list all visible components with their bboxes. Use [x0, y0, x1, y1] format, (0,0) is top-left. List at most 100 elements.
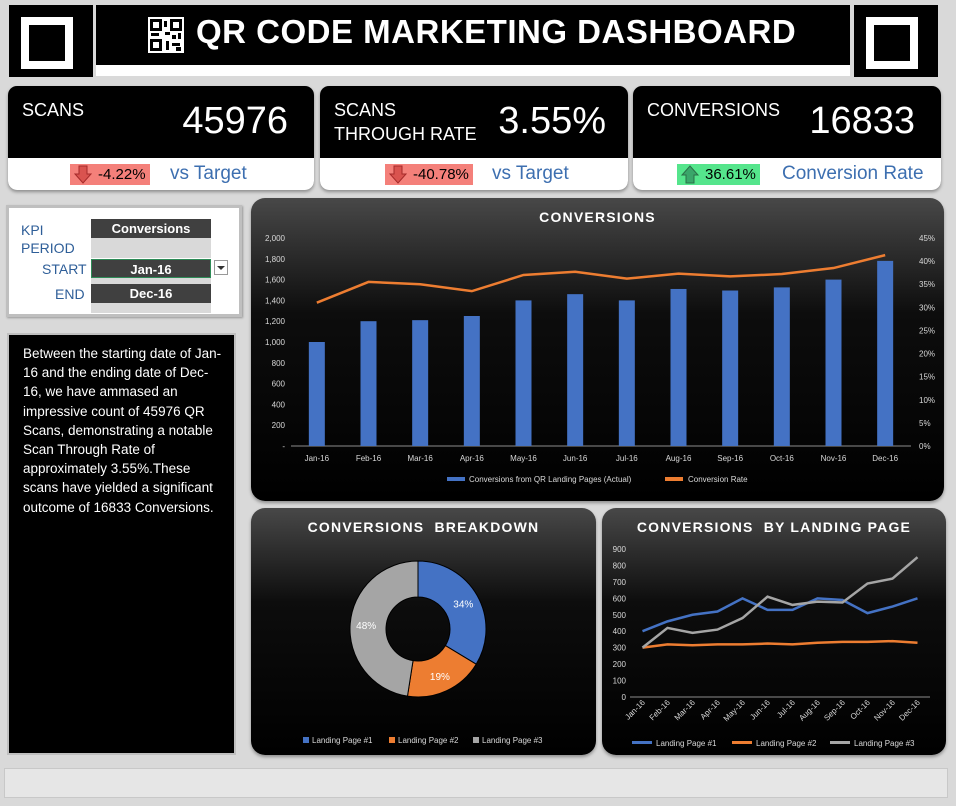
arrow-down-icon	[389, 165, 407, 184]
y-tick-label: 400	[613, 627, 627, 636]
delta-value: 36.61%	[705, 166, 756, 183]
pie-slice	[417, 560, 487, 665]
kpi-value: 45976	[182, 100, 288, 142]
compare-label: vs Target	[492, 163, 569, 184]
kpi-label: SCANS	[22, 100, 85, 120]
legend-swatch	[389, 737, 395, 743]
landing-page-chart-panel: CONVERSIONS BY LANDING PAGE 0 100 200 300 40…	[602, 508, 946, 755]
bar	[515, 300, 532, 446]
bar	[722, 290, 739, 446]
y-tick-label: 700	[613, 578, 627, 587]
y-tick-label: 300	[613, 644, 627, 653]
logo-right	[854, 5, 938, 77]
period-label: PERIOD	[21, 240, 75, 256]
y-tick-label: -	[282, 442, 285, 451]
y-tick-label: 900	[613, 545, 627, 554]
x-tick-label: Sep-16	[717, 454, 743, 463]
x-tick-label: Apr-16	[699, 698, 723, 722]
kpi-footer: -40.78% vs Target	[320, 158, 628, 190]
x-tick-label: Oct-16	[770, 454, 795, 463]
bar	[567, 294, 584, 446]
y-tick-label: 600	[272, 380, 286, 389]
dropdown-button[interactable]	[214, 260, 228, 275]
series-line	[642, 596, 918, 633]
x-tick-label: Sep-16	[822, 698, 847, 723]
kpi-label: CONVERSIONS	[647, 100, 781, 120]
legend-label: Conversion Rate	[688, 475, 748, 484]
breakdown-chart: 34% 19% 48% Landing Page #1 Landing Page #2 L…	[303, 560, 543, 745]
y2-tick-label: 0%	[919, 442, 931, 451]
y2-tick-label: 40%	[919, 257, 935, 266]
y-tick-label: 800	[272, 359, 286, 368]
conversions-chart: - 200 400 600 800 1,000 1,200 1,400 1,600 1,800 2,…	[265, 234, 935, 484]
legend-label: Landing Page #2	[756, 739, 817, 748]
y2-tick-label: 20%	[919, 350, 935, 359]
title-bar: QR CODE MARKETING DASHBOARD	[96, 5, 850, 68]
x-tick-label: Jun-16	[748, 698, 772, 722]
legend-swatch	[732, 741, 752, 744]
bar	[877, 260, 894, 446]
y-tick-label: 600	[613, 594, 627, 603]
qr-code-icon	[148, 17, 184, 53]
grey-spacer	[91, 238, 211, 258]
y2-tick-label: 10%	[919, 396, 935, 405]
legend-swatch	[447, 477, 465, 481]
bar	[463, 316, 480, 446]
x-tick-label: Aug-16	[797, 698, 822, 723]
y2-tick-label: 30%	[919, 303, 935, 312]
y2-tick-label: 15%	[919, 373, 935, 382]
kpi-value: 16833	[809, 100, 915, 142]
arrow-up-icon	[681, 165, 699, 184]
bottom-bar	[4, 768, 948, 798]
x-tick-label: Apr-16	[460, 454, 485, 463]
legend-label: Landing Page #1	[656, 739, 717, 748]
y-tick-label: 400	[272, 400, 286, 409]
y2-tick-label: 35%	[919, 280, 935, 289]
slice-label: 48%	[356, 621, 376, 632]
y-tick-label: 800	[613, 561, 627, 570]
x-tick-label: Jun-16	[563, 454, 588, 463]
grey-spacer	[91, 303, 211, 313]
x-tick-label: Jul-16	[616, 454, 638, 463]
slice-label: 34%	[453, 599, 473, 610]
x-tick-label: Feb-16	[648, 698, 673, 723]
y-tick-label: 1,000	[265, 338, 286, 347]
bar	[825, 279, 842, 446]
compare-label: Conversion Rate	[782, 163, 924, 184]
y-tick-label: 1,200	[265, 317, 286, 326]
x-tick-label: Jan-16	[305, 454, 330, 463]
legend-swatch	[665, 477, 683, 481]
chevron-down-icon	[217, 266, 225, 270]
bar	[670, 288, 687, 446]
kpi-card-conversions: CONVERSIONS 16833 36.61% Conversion Rate	[633, 86, 941, 190]
end-label: END	[55, 286, 85, 302]
kpi-card-scan-through-rate: SCANS THROUGH RATE 3.55% -40.78% vs Targ…	[320, 86, 628, 190]
kpi-label-line1: SCANS	[334, 100, 397, 120]
summary-text: Between the starting date of Jan-16 and …	[23, 346, 222, 515]
x-tick-label: May-16	[722, 698, 748, 724]
start-label: START	[42, 261, 87, 277]
y-tick-label: 1,600	[265, 276, 286, 285]
start-date-input[interactable]: Jan-16	[91, 259, 211, 278]
bar	[360, 321, 377, 446]
bar	[618, 300, 635, 446]
legend-label: Conversions from QR Landing Pages (Actua…	[469, 475, 632, 484]
end-date-input[interactable]: Dec-16	[91, 284, 211, 303]
x-tick-label: Dec-16	[872, 454, 898, 463]
conversions-chart-panel: CONVERSIONS -200 400 600 800 1,000 1,200 1,400…	[251, 198, 944, 501]
delta-badge: 36.61%	[677, 164, 760, 185]
compare-label: vs Target	[170, 163, 247, 184]
kpi-footer: -4.22% vs Target	[8, 158, 314, 190]
landing-page-chart: 0 100 200 300 400 500 600 700 800 900 Jan-16 Feb-16…	[613, 545, 930, 748]
legend-swatch	[473, 737, 479, 743]
kpi-card-scans: SCANS 45976 -4.22% vs Target	[8, 86, 314, 190]
y-tick-label: 100	[613, 677, 627, 686]
kpi-select[interactable]: Conversions	[91, 219, 211, 238]
x-tick-label: May-16	[510, 454, 537, 463]
x-tick-label: Jan-16	[623, 698, 647, 722]
y-tick-label: 500	[613, 611, 627, 620]
bar	[308, 342, 325, 446]
kpi-label: SCANS THROUGH RATE	[334, 98, 477, 146]
arrow-down-icon	[74, 165, 92, 184]
x-tick-label: Mar-16	[407, 454, 433, 463]
